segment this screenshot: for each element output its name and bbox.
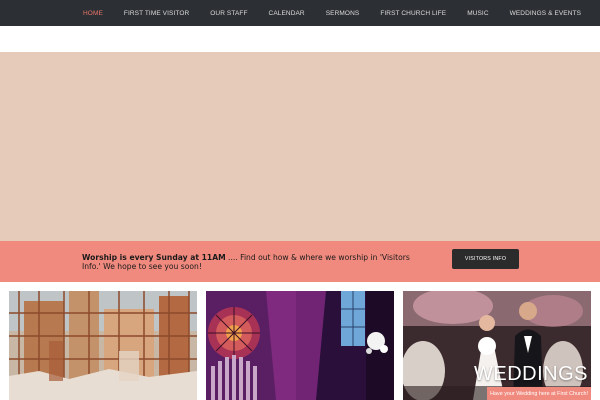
nav-item-music[interactable]: MUSIC	[467, 10, 488, 17]
construction-artwork-image	[9, 291, 197, 400]
hero-banner	[0, 52, 600, 241]
worship-time-text: Worship is every Sunday at 11AM	[82, 253, 226, 262]
nav-item-home[interactable]: HOME	[83, 10, 103, 17]
worship-message: Worship is every Sunday at 11AM .... Fin…	[82, 253, 412, 271]
feature-gallery: WEDDINGS Have your Wedding here at First…	[0, 282, 600, 400]
worship-banner: Worship is every Sunday at 11AM .... Fin…	[0, 241, 600, 282]
nav-item-our-staff[interactable]: OUR STAFF	[210, 10, 247, 17]
top-navigation: HOME FIRST TIME VISITOR OUR STAFF CALEND…	[0, 0, 600, 26]
weddings-title: WEDDINGS	[474, 363, 588, 385]
nav-item-calendar[interactable]: CALENDAR	[269, 10, 305, 17]
weddings-subtitle: Have your Wedding here at First Church!	[487, 387, 591, 400]
stained-glass-organ-image	[206, 291, 394, 400]
gallery-tile-construction[interactable]	[9, 291, 197, 400]
nav-item-first-church-life[interactable]: FIRST CHURCH LIFE	[380, 10, 446, 17]
nav-item-weddings-events[interactable]: WEDDINGS & EVENTS	[510, 10, 581, 17]
nav-item-first-time-visitor[interactable]: FIRST TIME VISITOR	[124, 10, 189, 17]
gallery-tile-stained-glass[interactable]	[206, 291, 394, 400]
visitors-info-button[interactable]: VISITORS INFO	[452, 249, 519, 269]
nav-item-sermons[interactable]: SERMONS	[326, 10, 360, 17]
gallery-tile-weddings[interactable]: WEDDINGS Have your Wedding here at First…	[403, 291, 591, 400]
